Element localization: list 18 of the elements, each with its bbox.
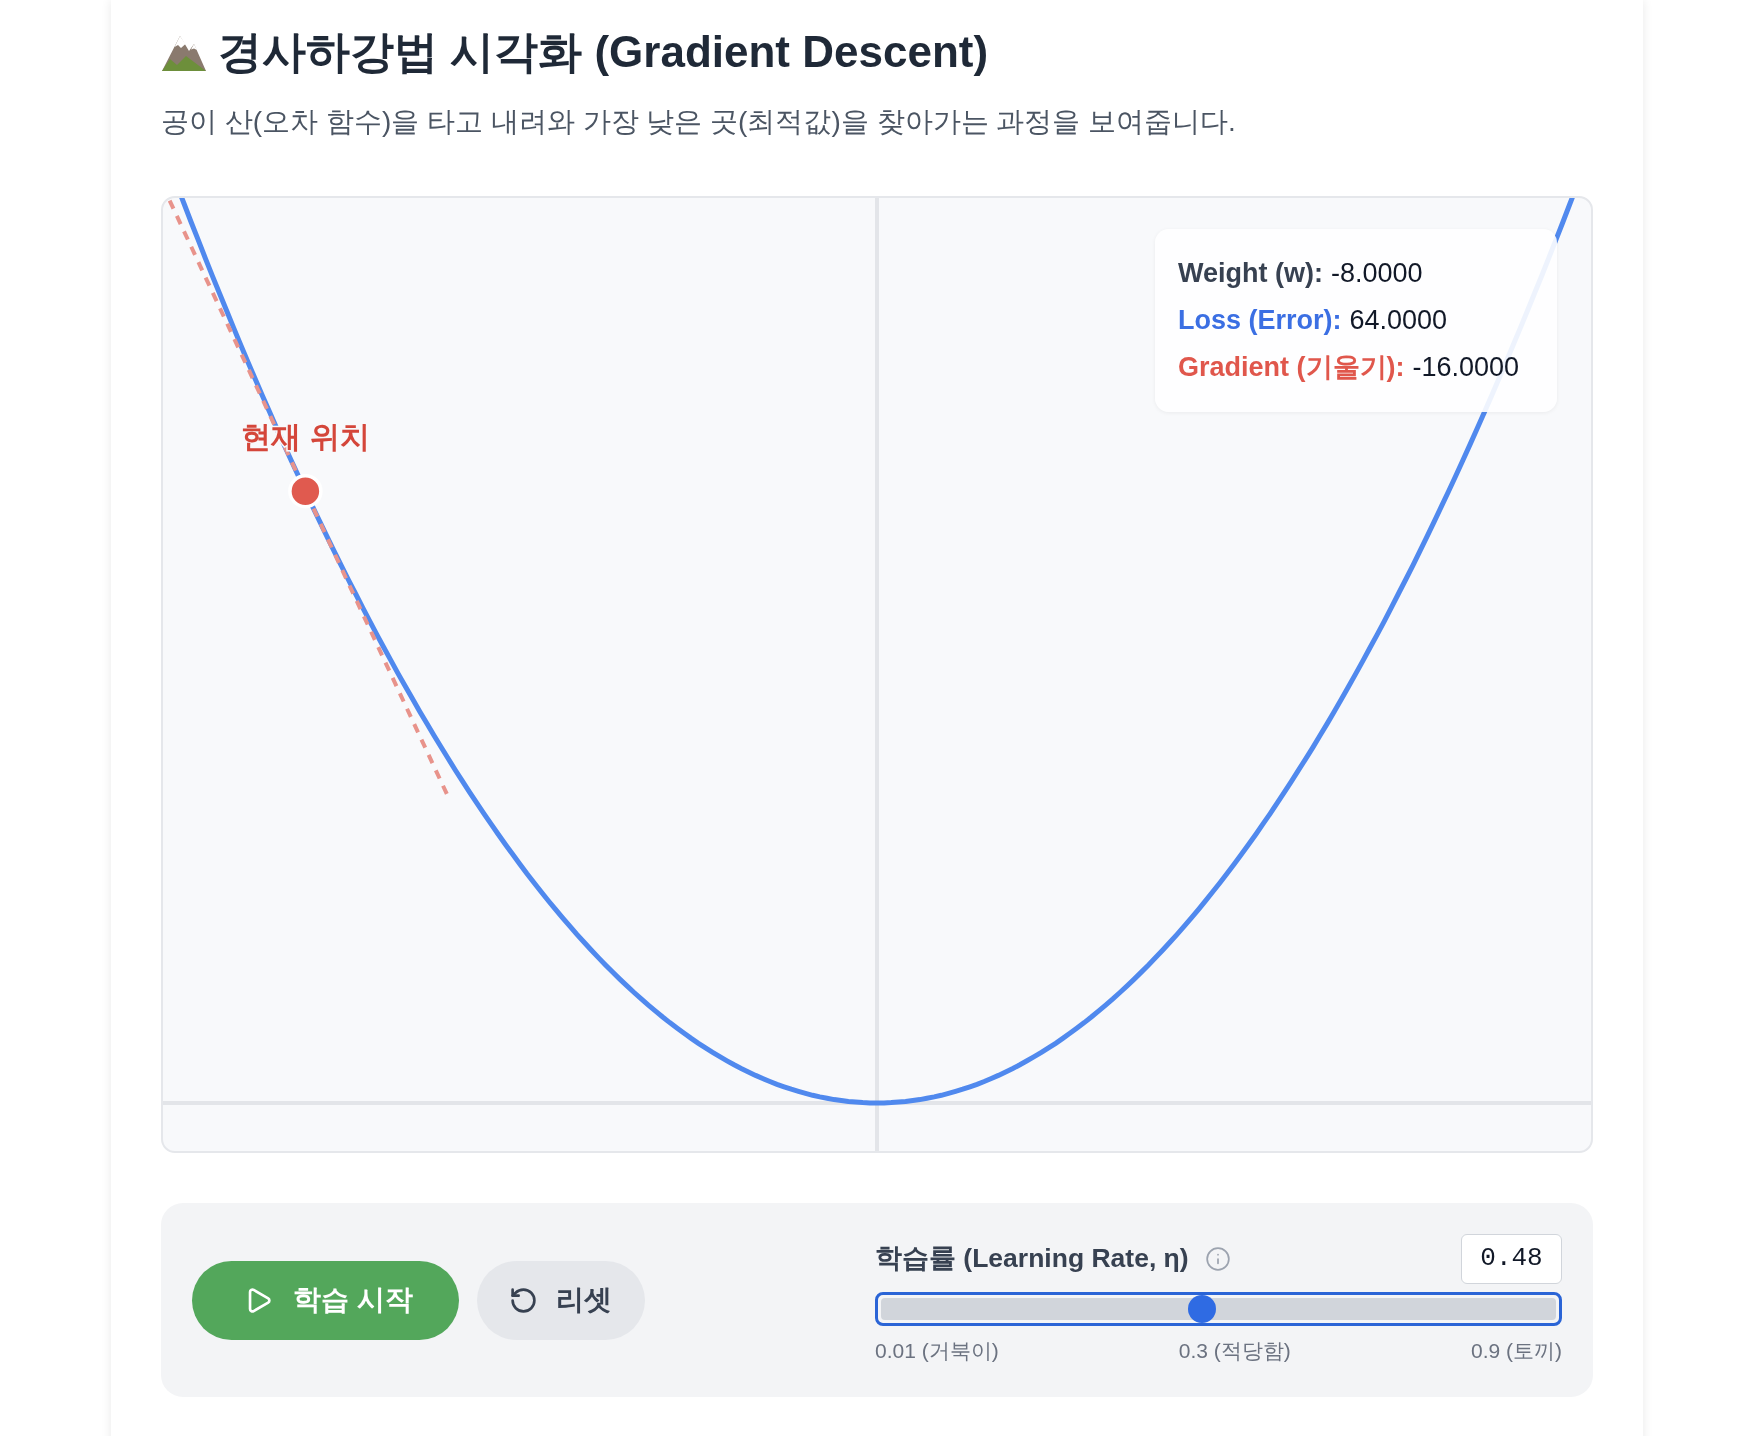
reset-icon (508, 1285, 538, 1315)
tick-label: 0.3 (적당함) (1178, 1337, 1291, 1364)
rate-value: 0.48 (1461, 1233, 1562, 1284)
page-title: 경사하강법 시각화 (Gradient Descent) (218, 27, 989, 77)
reset-button[interactable]: 리셋 (476, 1260, 645, 1340)
stat-value: -16.0000 (1412, 351, 1520, 385)
tick-label: 0.9 (토끼) (1470, 1337, 1562, 1364)
stat-value: 64.0000 (1349, 304, 1448, 338)
tick-label: 0.01 (거북이) (875, 1337, 999, 1364)
stat-label: Gradient (기울기): (1178, 351, 1405, 385)
stat-label: Weight (w): (1178, 257, 1323, 291)
slider-track[interactable] (875, 1291, 1562, 1326)
position-dot-icon (288, 473, 323, 509)
stat-label: Loss (Error): (1178, 304, 1342, 338)
stat-value: -8.0000 (1330, 257, 1423, 291)
slider-thumb[interactable] (1188, 1294, 1217, 1323)
page-description: 공이 산(오차 함수)을 타고 내려와 가장 낮은 곳(최적값)을 찾아가는 과정을 보여줍니다. (161, 105, 1237, 139)
slider-label: 학습률 (Learning Rate, η) (875, 1241, 1189, 1275)
